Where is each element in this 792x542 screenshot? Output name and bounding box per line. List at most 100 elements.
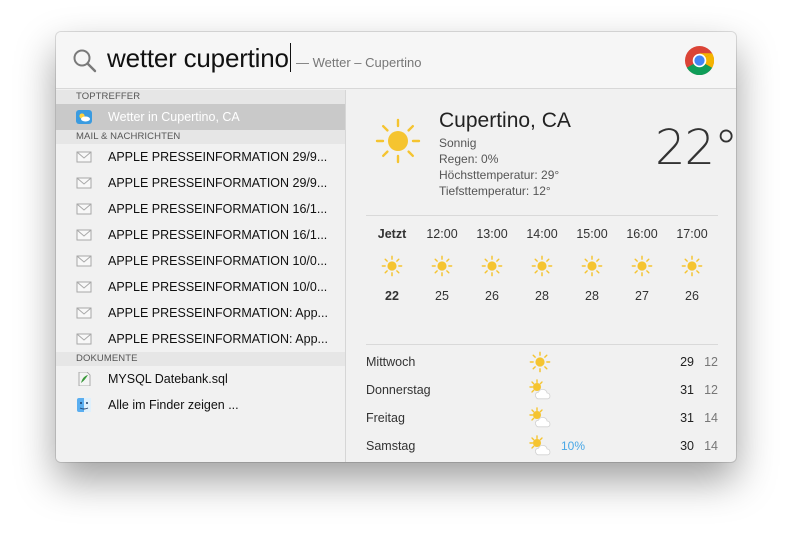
mail-result[interactable]: APPLE PRESSEINFORMATION 16/1... [56,222,345,248]
daily-forecast-row: Mittwoch 29 12 [366,348,718,376]
mail-result[interactable]: APPLE PRESSEINFORMATION 10/0... [56,248,345,274]
result-label: APPLE PRESSEINFORMATION: App... [108,306,328,320]
daily-forecast-row: Freitag 31 14 [366,404,718,432]
search-query-text[interactable]: wetter cupertino [107,43,289,73]
sun-icon [431,255,453,277]
hour-temperature: 27 [635,289,649,303]
result-label: APPLE PRESSEINFORMATION 29/9... [108,176,328,190]
mail-result[interactable]: APPLE PRESSEINFORMATION: App... [56,326,345,352]
hour-temperature: 26 [485,289,499,303]
text-caret [289,43,291,72]
weather-high: Höchsttemperatur: 29° [439,168,560,182]
hourly-forecast-item: 17:00 26 [667,227,717,303]
hour-temperature: 22 [385,289,399,303]
envelope-icon [76,177,92,189]
results-list: TOPTREFFER Wetter in Cupertino, CA MAIL … [56,90,346,462]
hourly-forecast-item: 16:00 27 [617,227,667,303]
weather-city: Cupertino, CA [439,109,571,132]
result-label: APPLE PRESSEINFORMATION 29/9... [108,150,328,164]
divider [366,344,718,345]
mail-result[interactable]: APPLE PRESSEINFORMATION 16/1... [56,196,345,222]
hour-label: 15:00 [576,227,608,241]
sun-icon [681,255,703,277]
result-label: APPLE PRESSEINFORMATION 16/1... [108,228,328,242]
sun-icon [531,255,553,277]
hour-label: 16:00 [626,227,658,241]
day-low-temperature: 12 [704,383,718,397]
hourly-forecast-item: Jetzt 22 [367,227,417,303]
weather-rain: Regen: 0% [439,152,499,166]
daily-forecast-row: Donnerstag 31 12 [366,376,718,404]
sun-icon [481,255,503,277]
document-icon [78,372,91,386]
mail-result[interactable]: APPLE PRESSEINFORMATION 29/9... [56,170,345,196]
result-label: Wetter in Cupertino, CA [108,110,240,124]
hour-temperature: 28 [585,289,599,303]
hourly-forecast-item: 14:00 28 [517,227,567,303]
result-label: Alle im Finder zeigen ... [108,398,239,412]
document-result[interactable]: MYSQL Datebank.sql [56,366,345,392]
daily-forecast-row: Sonntag3114 [366,460,718,462]
section-header-mail: MAIL & NACHRICHTEN [56,130,345,144]
hour-temperature: 26 [685,289,699,303]
section-header-dokumente: DOKUMENTE [56,352,345,366]
sun-cloud-icon [529,435,551,456]
result-label: APPLE PRESSEINFORMATION 10/0... [108,254,328,268]
envelope-icon [76,151,92,163]
mail-result[interactable]: APPLE PRESSEINFORMATION 10/0... [56,274,345,300]
hourly-forecast-item: 12:00 25 [417,227,467,303]
hour-label: Jetzt [377,227,407,241]
envelope-icon [76,281,92,293]
sun-icon [381,255,403,277]
hour-label: 12:00 [426,227,458,241]
result-label: APPLE PRESSEINFORMATION 10/0... [108,280,328,294]
hour-label: 17:00 [676,227,708,241]
hour-temperature: 25 [435,289,449,303]
day-precipitation: 10% [561,439,586,453]
day-low-temperature: 14 [704,439,718,453]
hour-label: 13:00 [476,227,508,241]
mail-result[interactable]: APPLE PRESSEINFORMATION 29/9... [56,144,345,170]
current-temperature: 22° [655,120,736,176]
hour-temperature: 28 [535,289,549,303]
show-all-in-finder[interactable]: Alle im Finder zeigen ... [56,392,345,418]
result-label: MYSQL Datebank.sql [108,372,228,386]
search-completion-hint: — Wetter – Cupertino [296,55,422,70]
weather-app-icon [76,110,92,124]
weather-preview: Cupertino, CA Sonnig Regen: 0% Höchsttem… [346,90,736,462]
sun-cloud-icon [529,379,551,400]
result-label: APPLE PRESSEINFORMATION: App... [108,332,328,346]
mail-result[interactable]: APPLE PRESSEINFORMATION: App... [56,300,345,326]
day-name: Mittwoch [366,355,416,369]
search-input[interactable]: wetter cupertino [107,43,291,74]
day-high-temperature: 31 [680,383,694,397]
envelope-icon [76,229,92,241]
sun-icon [631,255,653,277]
day-high-temperature: 29 [680,355,694,369]
envelope-icon [76,307,92,319]
day-high-temperature: 31 [680,411,694,425]
finder-icon [77,398,91,412]
hourly-forecast-item: 13:00 26 [467,227,517,303]
envelope-icon [76,255,92,267]
envelope-icon [76,203,92,215]
sun-cloud-icon [529,407,551,428]
hour-label: 14:00 [526,227,558,241]
search-bar[interactable]: wetter cupertino — Wetter – Cupertino [56,32,736,89]
result-weather-cupertino[interactable]: Wetter in Cupertino, CA [56,104,345,130]
section-header-toptreffer: TOPTREFFER [56,90,345,104]
sun-icon [529,351,551,373]
day-name: Samstag [366,439,416,453]
day-low-temperature: 14 [704,411,718,425]
daily-forecast-row: Samstag 10% 30 14 [366,432,718,460]
weather-condition: Sonnig [439,136,477,150]
day-name: Donnerstag [366,383,431,397]
day-low-temperature: 12 [704,355,718,369]
day-high-temperature: 30 [680,439,694,453]
divider [366,215,718,216]
hourly-forecast-item: 15:00 28 [567,227,617,303]
day-name: Freitag [366,411,405,425]
search-icon [73,49,97,73]
envelope-icon [76,333,92,345]
chrome-icon[interactable] [684,45,715,76]
